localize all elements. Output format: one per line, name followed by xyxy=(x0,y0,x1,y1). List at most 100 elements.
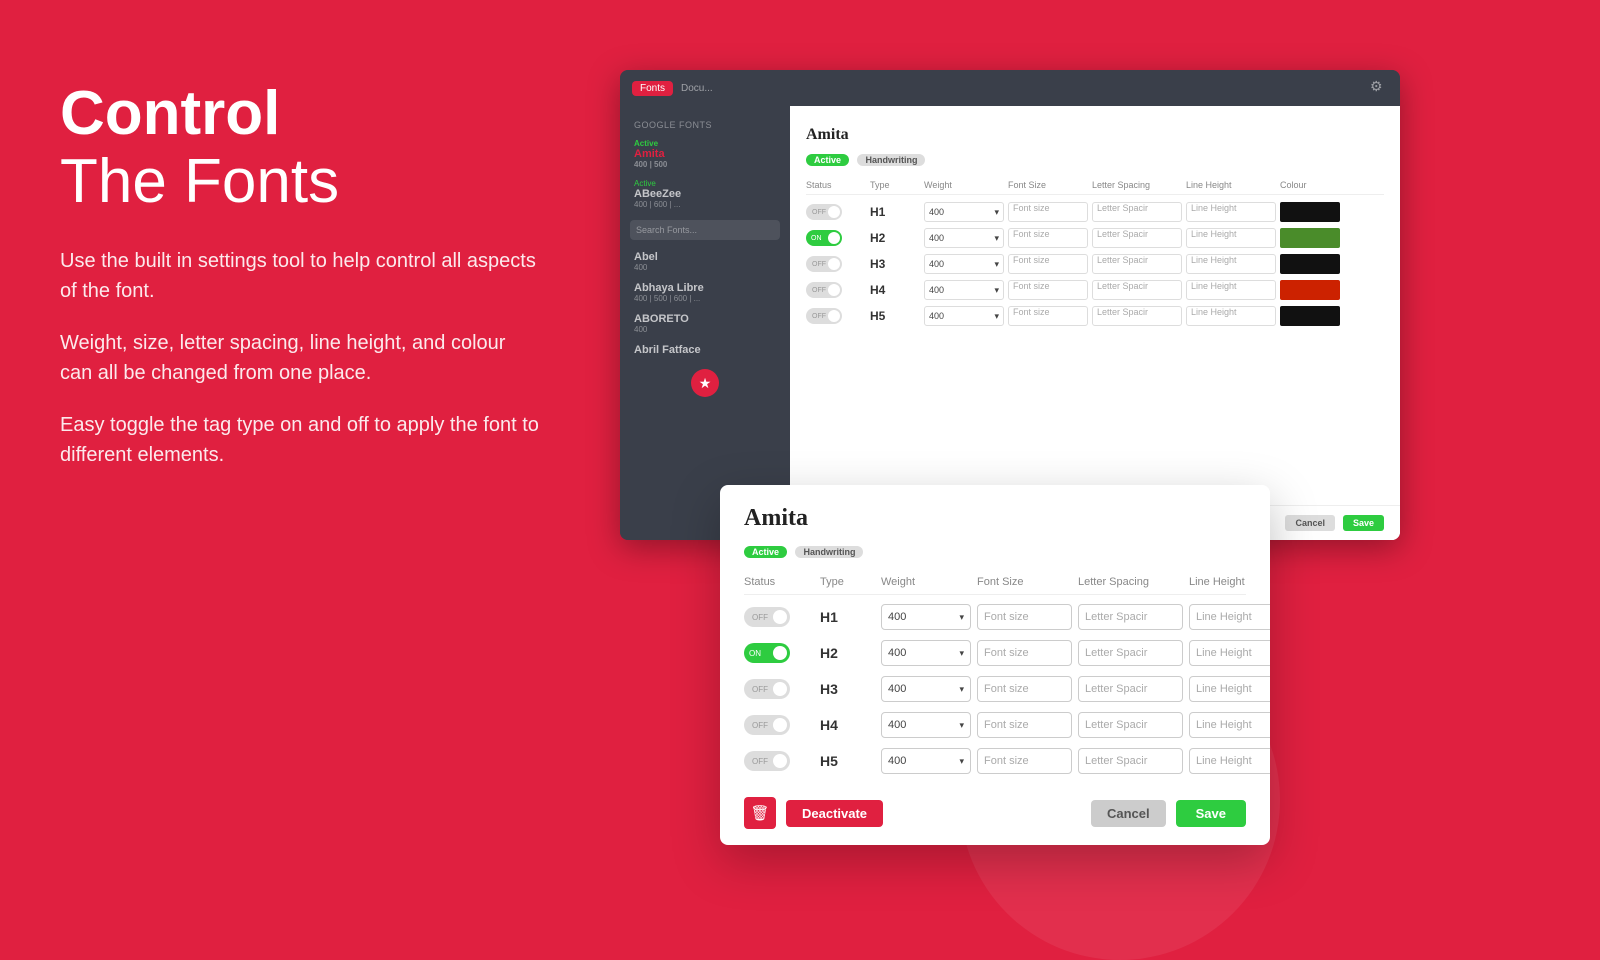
fontsize-h2-small[interactable]: Font size xyxy=(1008,228,1088,248)
lineheight-h2-small[interactable]: Line Height xyxy=(1186,228,1276,248)
fontsize-h2-large[interactable]: Font size xyxy=(977,640,1072,666)
fontsize-h3-large[interactable]: Font size xyxy=(977,676,1072,702)
sidebar-item-abeezee[interactable]: Active ABeeZee 400 | 600 | ... xyxy=(620,174,790,214)
toggle-h5-large[interactable]: OFF xyxy=(744,751,790,771)
lineheight-h5-large[interactable]: Line Height xyxy=(1189,748,1270,774)
table-row-h4-small: OFF H4 400▾ Font size Letter Spacir Line… xyxy=(806,277,1384,303)
lineheight-h5-small[interactable]: Line Height xyxy=(1186,306,1276,326)
weight-h2-large[interactable]: 400▾ xyxy=(881,640,971,666)
lineheight-h2-large[interactable]: Line Height xyxy=(1189,640,1270,666)
description-3: Easy toggle the tag type on and off to a… xyxy=(60,410,540,470)
toggle-h3-small[interactable]: OFF xyxy=(806,256,842,272)
letterspacing-h1-small[interactable]: Letter Spacir xyxy=(1092,202,1182,222)
toggle-h2-large[interactable]: ON xyxy=(744,643,790,663)
weight-h5-small[interactable]: 400▾ xyxy=(924,306,1004,326)
deactivate-button-large[interactable]: Deactivate xyxy=(786,800,883,827)
sidebar-search[interactable]: Search Fonts... xyxy=(630,220,780,240)
toggle-h2-small[interactable]: ON xyxy=(806,230,842,246)
letterspacing-h4-small[interactable]: Letter Spacir xyxy=(1092,280,1182,300)
table-header-large: Status Type Weight Font Size Letter Spac… xyxy=(744,568,1246,595)
sidebar-item-amita[interactable]: Active Amita 400 | 500 xyxy=(620,134,790,174)
weight-h1-large[interactable]: 400▾ xyxy=(881,604,971,630)
fontsize-h4-large[interactable]: Font size xyxy=(977,712,1072,738)
fontsize-h5-small[interactable]: Font size xyxy=(1008,306,1088,326)
color-h5-small[interactable] xyxy=(1280,306,1340,326)
right-panel: Fonts Docu... ⚙ Google Fonts Active Amit… xyxy=(590,0,1600,900)
table-row-h5-small: OFF H5 400▾ Font size Letter Spacir Line… xyxy=(806,303,1384,329)
weight-h2-small[interactable]: 400▾ xyxy=(924,228,1004,248)
sidebar-item-abhaya[interactable]: Abhaya Libre 400 | 500 | 600 | ... xyxy=(620,277,790,308)
main-content-bg: Amita Active Handwriting Status Type Wei… xyxy=(790,106,1400,540)
letterspacing-h2-large[interactable]: Letter Spacir xyxy=(1078,640,1183,666)
lineheight-h4-small[interactable]: Line Height xyxy=(1186,280,1276,300)
color-h1-small[interactable] xyxy=(1280,202,1340,222)
tag-active-large[interactable]: Active xyxy=(744,546,787,558)
fontsize-h5-large[interactable]: Font size xyxy=(977,748,1072,774)
gear-icon[interactable]: ⚙ xyxy=(1370,78,1388,96)
description-2: Weight, size, letter spacing, line heigh… xyxy=(60,328,540,388)
letterspacing-h4-large[interactable]: Letter Spacir xyxy=(1078,712,1183,738)
letterspacing-h1-large[interactable]: Letter Spacir xyxy=(1078,604,1183,630)
sidebar: Google Fonts Active Amita 400 | 500 Acti… xyxy=(620,106,790,540)
weight-h1-small[interactable]: 400▾ xyxy=(924,202,1004,222)
fontsize-h1-large[interactable]: Font size xyxy=(977,604,1072,630)
table-row-h3-large: OFF H3 400▾ Font size Letter Spacir Line… xyxy=(744,671,1246,707)
left-panel: Control The Fonts Use the built in setti… xyxy=(60,80,540,492)
cancel-button-large[interactable]: Cancel xyxy=(1091,800,1166,827)
lineheight-h3-small[interactable]: Line Height xyxy=(1186,254,1276,274)
sidebar-item-abril[interactable]: Abril Fatface xyxy=(620,339,790,361)
weight-h5-large[interactable]: 400▾ xyxy=(881,748,971,774)
tag-active-small[interactable]: Active xyxy=(806,154,849,166)
star-button[interactable]: ★ xyxy=(691,369,719,397)
toggle-h1-large[interactable]: OFF xyxy=(744,607,790,627)
tag-row-large: Active Handwriting xyxy=(744,542,1246,560)
lineheight-h1-small[interactable]: Line Height xyxy=(1186,202,1276,222)
toggle-h5-small[interactable]: OFF xyxy=(806,308,842,324)
letterspacing-h3-small[interactable]: Letter Spacir xyxy=(1092,254,1182,274)
tag-handwriting-large[interactable]: Handwriting xyxy=(795,546,863,558)
letterspacing-h2-small[interactable]: Letter Spacir xyxy=(1092,228,1182,248)
table-row-h3-small: OFF H3 400▾ Font size Letter Spacir Line… xyxy=(806,251,1384,277)
toggle-h4-large[interactable]: OFF xyxy=(744,715,790,735)
table-row-h2-large: ON H2 400▾ Font size Letter Spacir Line … xyxy=(744,635,1246,671)
tag-row-small: Active Handwriting xyxy=(806,150,1384,168)
weight-h4-large[interactable]: 400▾ xyxy=(881,712,971,738)
weight-h3-large[interactable]: 400▾ xyxy=(881,676,971,702)
color-h4-small[interactable] xyxy=(1280,280,1340,300)
trash-button-large[interactable]: 🗑 xyxy=(744,797,776,829)
letterspacing-h5-large[interactable]: Letter Spacir xyxy=(1078,748,1183,774)
fontsize-h1-small[interactable]: Font size xyxy=(1008,202,1088,222)
weight-h4-small[interactable]: 400▾ xyxy=(924,280,1004,300)
table-header-small: Status Type Weight Font Size Letter Spac… xyxy=(806,174,1384,195)
font-title-large: Amita xyxy=(744,505,1246,532)
color-h2-small[interactable] xyxy=(1280,228,1340,248)
tag-handwriting-small[interactable]: Handwriting xyxy=(857,154,925,166)
lineheight-h4-large[interactable]: Line Height xyxy=(1189,712,1270,738)
fontsize-h3-small[interactable]: Font size xyxy=(1008,254,1088,274)
headline-light: The Fonts xyxy=(60,148,540,216)
cancel-button-small[interactable]: Cancel xyxy=(1285,515,1335,531)
letterspacing-h3-large[interactable]: Letter Spacir xyxy=(1078,676,1183,702)
toggle-h4-small[interactable]: OFF xyxy=(806,282,842,298)
sidebar-item-aboreto[interactable]: ABORETO 400 xyxy=(620,308,790,339)
fontsize-h4-small[interactable]: Font size xyxy=(1008,280,1088,300)
lineheight-h1-large[interactable]: Line Height xyxy=(1189,604,1270,630)
tab-document[interactable]: Docu... xyxy=(681,83,713,94)
window-bar: Fonts Docu... ⚙ xyxy=(620,70,1400,106)
save-button-small[interactable]: Save xyxy=(1343,515,1384,531)
headline-bold: Control xyxy=(60,80,540,148)
toggle-h1-small[interactable]: OFF xyxy=(806,204,842,220)
letterspacing-h5-small[interactable]: Letter Spacir xyxy=(1092,306,1182,326)
save-button-large[interactable]: Save xyxy=(1176,800,1246,827)
color-h3-small[interactable] xyxy=(1280,254,1340,274)
toggle-h3-large[interactable]: OFF xyxy=(744,679,790,699)
description-1: Use the built in settings tool to help c… xyxy=(60,246,540,306)
tab-fonts[interactable]: Fonts xyxy=(632,81,673,96)
table-row-h2-small: ON H2 400▾ Font size Letter Spacir Line … xyxy=(806,225,1384,251)
font-modal-large: Amita Active Handwriting Status Type Wei… xyxy=(720,485,1270,845)
sidebar-item-abel[interactable]: Abel 400 xyxy=(620,246,790,277)
lineheight-h3-large[interactable]: Line Height xyxy=(1189,676,1270,702)
weight-h3-small[interactable]: 400▾ xyxy=(924,254,1004,274)
table-row-h4-large: OFF H4 400▾ Font size Letter Spacir Line… xyxy=(744,707,1246,743)
app-window-background: Fonts Docu... ⚙ Google Fonts Active Amit… xyxy=(620,70,1400,540)
